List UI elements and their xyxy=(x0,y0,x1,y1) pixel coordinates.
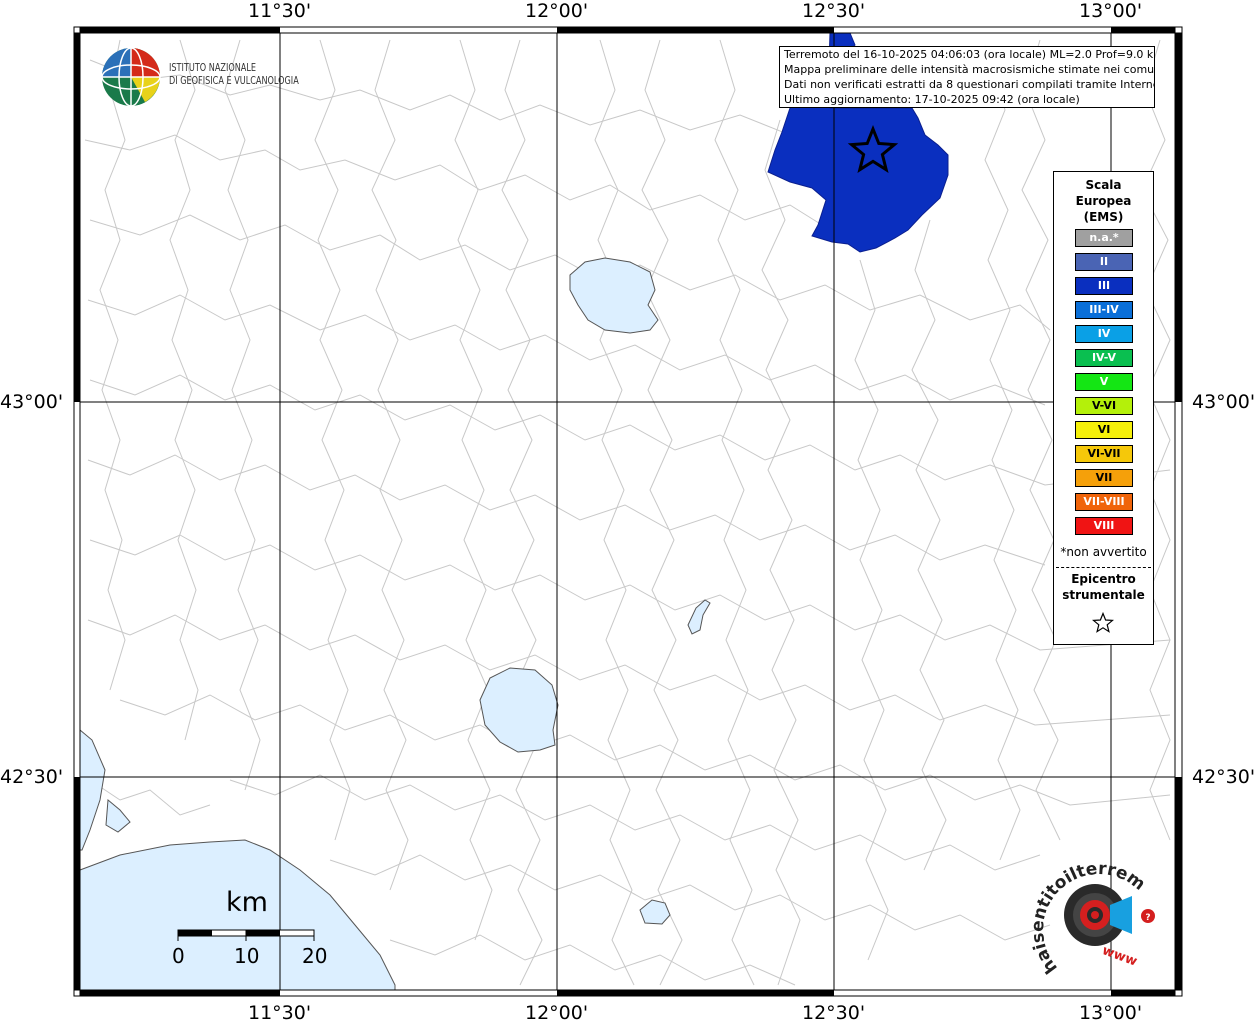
legend-title-line1: Scala xyxy=(1085,178,1122,192)
legend-note: *non avvertito xyxy=(1060,545,1147,559)
event-info-line3: Dati non verificati estratti da 8 questi… xyxy=(784,78,1155,91)
legend-item: III xyxy=(1075,277,1133,295)
event-info-line2: Mappa preliminare delle intensità macros… xyxy=(784,63,1155,76)
scale-tick-0: 0 xyxy=(172,944,185,968)
scale-tick-20: 20 xyxy=(302,944,328,968)
star-icon xyxy=(1092,612,1114,633)
event-info-line1: Terremoto del 16-10-2025 04:06:03 (ora l… xyxy=(784,48,1155,61)
legend-epi-line1: Epicentro xyxy=(1071,572,1136,586)
scale-tick-10: 10 xyxy=(234,944,260,968)
legend-epi-line2: strumentale xyxy=(1062,588,1145,602)
right-label-4230: 42°30' xyxy=(1192,766,1256,788)
legend-item: IV xyxy=(1075,325,1133,343)
ingv-logo-text: ISTITUTO NAZIONALE DI GEOFISICA E VULCAN… xyxy=(169,62,299,88)
legend-item: V xyxy=(1075,373,1133,391)
bottom-label-1230: 12°30' xyxy=(802,1002,866,1024)
svg-text:?: ? xyxy=(1145,913,1150,923)
scale-unit: km xyxy=(226,887,268,918)
legend-item: VII-VIII xyxy=(1075,493,1133,511)
legend-item: n.a.* xyxy=(1075,229,1133,247)
event-info-line4: Ultimo aggiornamento: 17-10-2025 09:42 (… xyxy=(784,93,1080,106)
left-label-4230: 42°30' xyxy=(0,766,64,788)
legend-item: VIII xyxy=(1075,517,1133,535)
top-label-1200: 12°00' xyxy=(525,0,589,22)
top-label-1300: 13°00' xyxy=(1079,0,1143,22)
legend-item: VI xyxy=(1075,421,1133,439)
legend-title-line3: (EMS) xyxy=(1083,210,1124,224)
ingv-logo-line1: ISTITUTO NAZIONALE xyxy=(169,62,257,74)
legend-item: V-VI xyxy=(1075,397,1133,415)
top-label-1130: 11°30' xyxy=(248,0,312,22)
bottom-label-1300: 13°00' xyxy=(1079,1002,1143,1024)
left-label-4300: 43°00' xyxy=(0,391,64,413)
ingv-logo-line2: DI GEOFISICA E VULCANOLOGIA xyxy=(169,75,299,87)
legend-item: II xyxy=(1075,253,1133,271)
bottom-label-1200: 12°00' xyxy=(525,1002,589,1024)
legend-title: Scala Europea (EMS) xyxy=(1054,177,1153,225)
ingv-globe-icon xyxy=(101,47,161,107)
bottom-label-1130: 11°30' xyxy=(248,1002,312,1024)
legend-item: III-IV xyxy=(1075,301,1133,319)
legend-item: VI-VII xyxy=(1075,445,1133,463)
legend-item: VII xyxy=(1075,469,1133,487)
legend-item: IV-V xyxy=(1075,349,1133,367)
legend-epicenter-label: Epicentro strumentale xyxy=(1054,571,1153,603)
top-label-1230: 12°30' xyxy=(802,0,866,22)
right-label-4300: 43°00' xyxy=(1192,391,1256,413)
ems-legend: Scala Europea (EMS) n.a.* II III III-IV IV IV… xyxy=(1053,171,1154,645)
legend-title-line2: Europea xyxy=(1075,194,1132,208)
legend-separator xyxy=(1056,567,1151,568)
event-info-box: Terremoto del 16-10-2025 04:06:03 (ora l… xyxy=(779,46,1155,108)
